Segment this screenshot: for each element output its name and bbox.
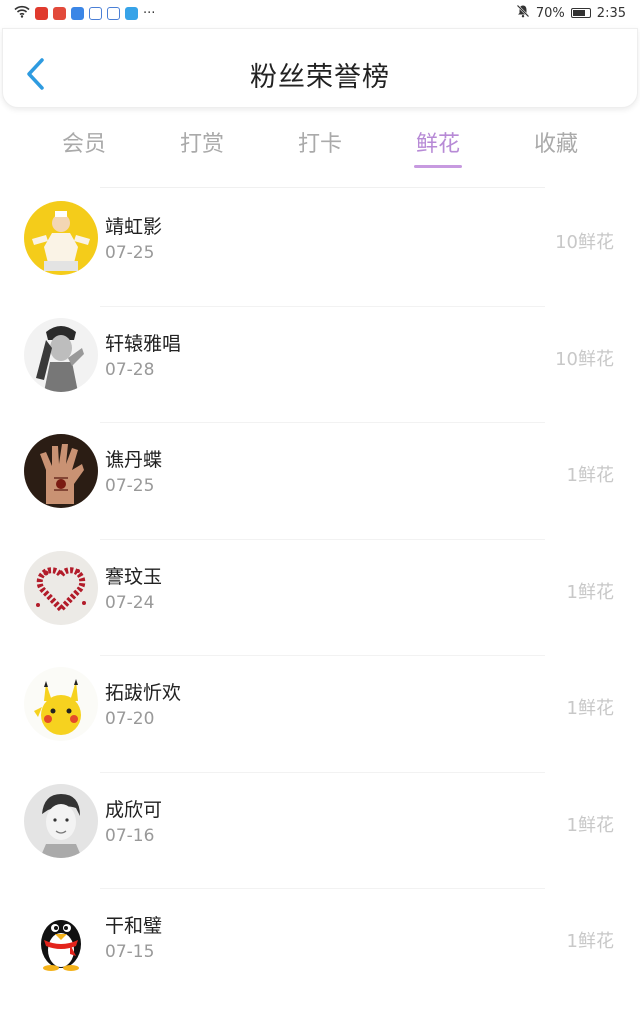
status-bar: ··· 70% 2:35 — [0, 0, 640, 26]
list-item[interactable]: 谯丹蝶 07-25 1鲜花 — [0, 423, 640, 540]
tab-rewards[interactable]: 打赏 — [143, 118, 261, 174]
list-item[interactable]: 成欣可 07-16 1鲜花 — [0, 773, 640, 889]
fan-name: 拓跋忻欢 — [105, 682, 182, 704]
avatar — [24, 667, 98, 741]
flower-count: 1鲜花 — [566, 698, 614, 719]
paw-icon — [107, 6, 120, 20]
list-item[interactable]: 拓跋忻欢 07-20 1鲜花 — [0, 656, 640, 773]
fan-name: 干和璧 — [105, 915, 163, 937]
flower-count: 1鲜花 — [566, 581, 614, 603]
mute-icon — [516, 4, 530, 22]
flower-count: 10鲜花 — [555, 348, 614, 370]
cloud-icon — [71, 6, 84, 20]
list-item[interactable]: 干和璧 07-15 1鲜花 — [0, 889, 640, 1006]
avatar — [24, 900, 98, 974]
wifi-icon — [14, 5, 30, 22]
page-title: 粉丝荣誉榜 — [250, 62, 390, 93]
status-left-icons: ··· — [14, 5, 155, 22]
fan-name: 靖虹影 — [105, 216, 163, 238]
fan-date: 07-25 — [105, 476, 155, 496]
fan-list: 靖虹影 07-25 10鲜花 轩辕雅唱 07-28 10鲜花 谯丹蝶 07-25… — [0, 190, 640, 1006]
fan-date: 07-20 — [105, 709, 155, 729]
status-right-icons: 70% 2:35 — [516, 4, 626, 22]
list-item[interactable]: 轩辕雅唱 07-28 10鲜花 — [0, 307, 640, 423]
fan-name: 成欣可 — [105, 798, 163, 821]
app-notification-icon — [35, 6, 48, 20]
avatar — [24, 317, 98, 392]
fan-name: 谯丹蝶 — [105, 449, 163, 471]
fan-date: 07-28 — [105, 359, 155, 380]
avatar — [24, 783, 98, 858]
tab-members[interactable]: 会员 — [25, 118, 143, 174]
fan-date: 07-25 — [105, 243, 155, 263]
battery-percent: 70% — [535, 5, 565, 21]
battery-icon — [570, 8, 591, 18]
list-item[interactable]: 靖虹影 07-25 10鲜花 — [0, 190, 640, 307]
flower-count: 1鲜花 — [566, 931, 614, 952]
flower-count: 1鲜花 — [566, 465, 614, 486]
tab-divider — [100, 187, 545, 188]
fan-date: 07-24 — [105, 592, 155, 613]
fan-name: 轩辕雅唱 — [105, 332, 182, 355]
tab-bar: 会员 打赏 打卡 鲜花 收藏 — [25, 118, 615, 174]
fan-name: 謇玟玉 — [105, 565, 163, 588]
list-item[interactable]: 謇玟玉 07-24 1鲜花 — [0, 540, 640, 656]
app-notification-icon — [53, 6, 66, 20]
avatar — [24, 550, 98, 625]
avatar — [24, 201, 98, 275]
fan-date: 07-15 — [105, 942, 155, 962]
avatar — [24, 434, 98, 508]
tab-favorites[interactable]: 收藏 — [497, 118, 615, 174]
flower-count: 10鲜花 — [555, 232, 614, 253]
more-notifications: ··· — [143, 5, 156, 21]
header-bar: 粉丝荣誉榜 — [2, 28, 638, 108]
flower-count: 1鲜花 — [566, 814, 614, 836]
clock: 2:35 — [596, 5, 626, 21]
tab-flowers[interactable]: 鲜花 — [379, 118, 497, 174]
app-notification-icon — [125, 6, 138, 20]
tab-checkin[interactable]: 打卡 — [261, 118, 379, 174]
paw-icon — [89, 6, 102, 20]
fan-date: 07-16 — [105, 825, 155, 846]
